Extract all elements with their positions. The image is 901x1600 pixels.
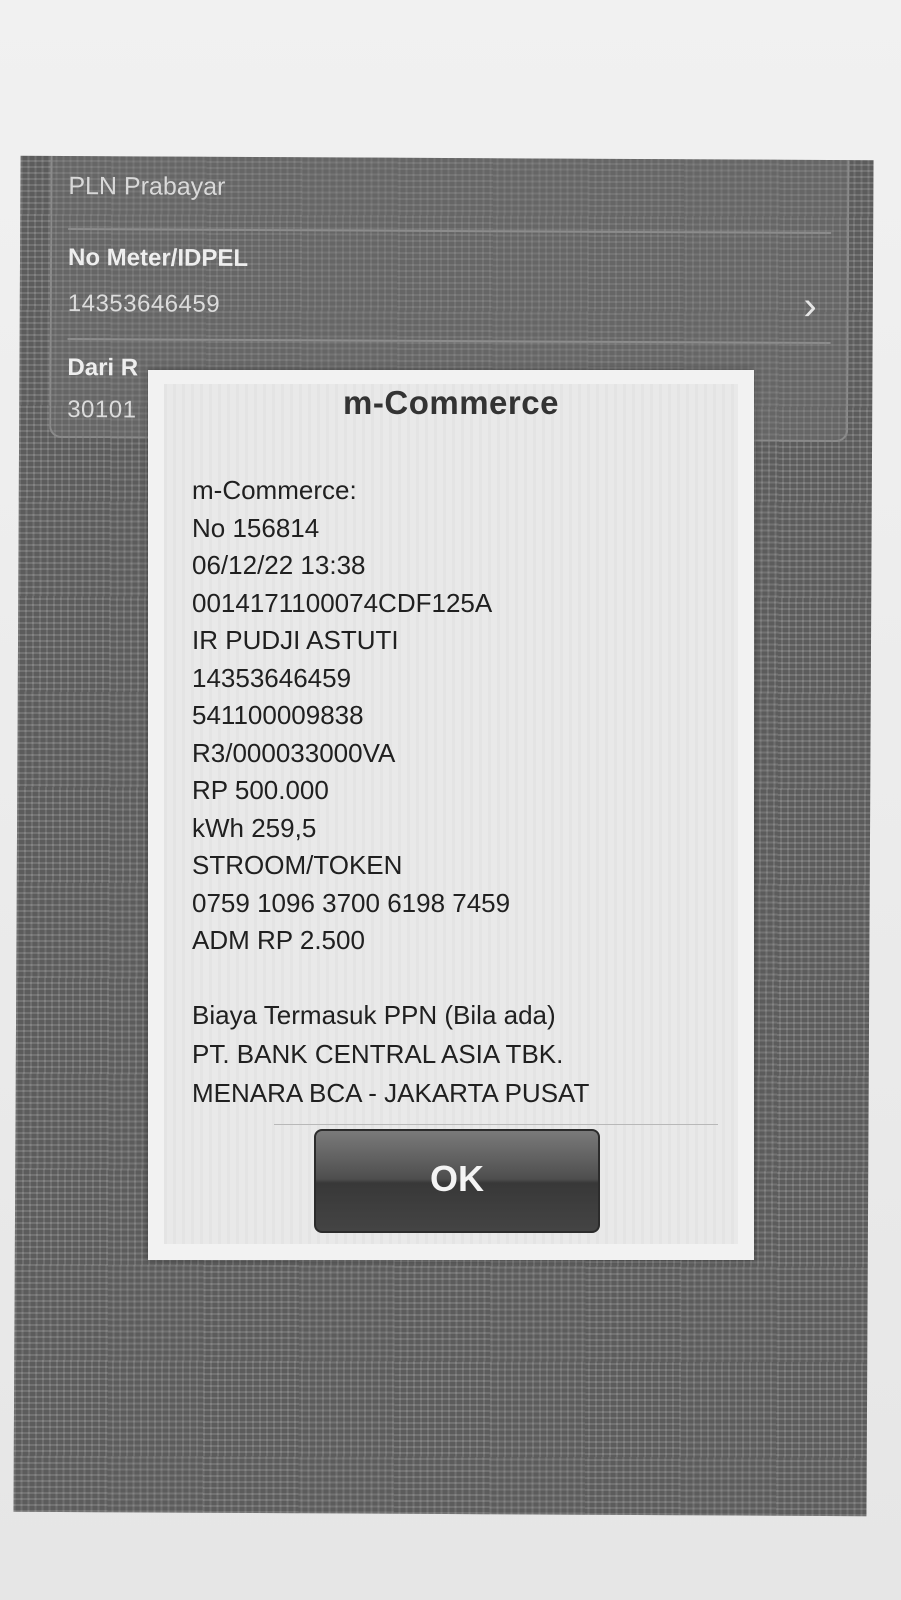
receipt-reference: 0014171100074CDF125A (192, 587, 493, 618)
footer-bank-address: MENARA BCA - JAKARTA PUSAT (192, 1078, 590, 1108)
mcommerce-dialog: m-Commerce m-Commerce: No 156814 06/12/2… (148, 370, 754, 1260)
footer-tax-note: Biaya Termasuk PPN (Bila ada) (192, 1000, 556, 1030)
dialog-title: m-Commerce (343, 384, 559, 421)
receipt-admin-fee: ADM RP 2.500 (192, 925, 365, 955)
receipt-footer: Biaya Termasuk PPN (Bila ada) PT. BANK C… (192, 996, 732, 1113)
meter-value: 14353646459 (67, 290, 221, 318)
receipt-meter-number: 14353646459 (192, 662, 352, 693)
meter-label: No Meter/IDPEL (67, 244, 249, 272)
receipt-amount: RP 500.000 (192, 775, 329, 805)
meter-row[interactable]: No Meter/IDPEL 14353646459 › (67, 228, 832, 345)
receipt-kwh: kWh 259,5 (192, 812, 317, 843)
receipt-idpel: 541100009838 (192, 700, 364, 730)
receipt-token-label: STROOM/TOKEN (192, 850, 403, 880)
source-value: 30101 (67, 396, 137, 424)
receipt-customer-name: IR PUDJI ASTUTI (192, 625, 399, 655)
chevron-right-icon[interactable]: › (803, 284, 817, 329)
dialog-body: m-Commerce m-Commerce: No 156814 06/12/2… (164, 384, 738, 1244)
ok-button[interactable]: OK (314, 1129, 600, 1233)
footer-bank-name: PT. BANK CENTRAL ASIA TBK. (192, 1039, 564, 1069)
receipt-lines: m-Commerce: No 156814 06/12/22 13:38 001… (192, 472, 732, 960)
receipt-token-number: 0759 1096 3700 6198 7459 (192, 887, 511, 918)
product-row[interactable]: PLN Prabayar (68, 156, 832, 235)
product-label: PLN Prabayar (68, 172, 226, 201)
divider (274, 1124, 718, 1125)
receipt-number: No 156814 (192, 512, 320, 543)
receipt-header: m-Commerce: (192, 475, 357, 505)
receipt-tariff: R3/000033000VA (192, 737, 396, 768)
source-label: Dari R (67, 354, 139, 382)
receipt-datetime: 06/12/22 13:38 (192, 550, 366, 580)
